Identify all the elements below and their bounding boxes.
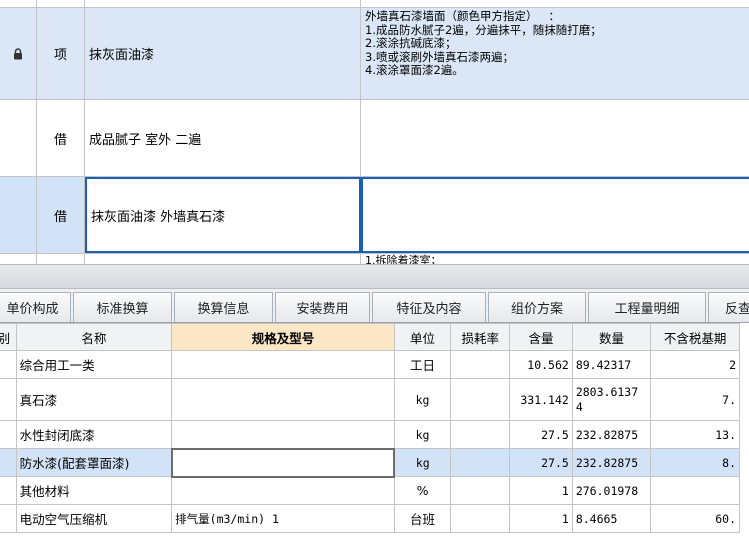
grid-row-partial — [0, 0, 749, 8]
table-row-selected[interactable]: 防水漆(配套罩面漆) kg 27.5 232.82875 8. — [0, 447, 740, 478]
col-header-category[interactable]: 别 — [0, 323, 17, 351]
table-row[interactable]: 真石漆 kg 331.142 2803.6137 4 7. — [0, 378, 740, 421]
tab-install-fee[interactable]: 安装费用 — [275, 292, 370, 322]
grid-row-item[interactable]: 项 抹灰面油漆 外墙真石漆墙面（颜色甲方指定） ： 1.成品防水腻子2遍，分遍抹… — [0, 8, 749, 100]
row-description[interactable] — [361, 177, 749, 253]
resource-table-panel: 别 名称 规格及型号 单位 损耗率 含量 数量 不含税基期 综合用工一类 工日 … — [0, 323, 749, 550]
resource-table: 别 名称 规格及型号 单位 损耗率 含量 数量 不含税基期 综合用工一类 工日 … — [0, 323, 740, 533]
cell-price[interactable] — [650, 476, 740, 505]
top-grid: 项 抹灰面油漆 外墙真石漆墙面（颜色甲方指定） ： 1.成品防水腻子2遍，分遍抹… — [0, 0, 749, 264]
lock-icon — [0, 8, 37, 99]
cell-price[interactable]: 8. — [650, 448, 740, 477]
cell-loss[interactable] — [450, 504, 511, 533]
cell-quantity[interactable]: 2803.6137 4 — [571, 378, 652, 421]
cell-quantity[interactable]: 232.82875 — [571, 448, 652, 477]
cell-loss[interactable] — [450, 378, 511, 421]
tab-standard-conversion[interactable]: 标准换算 — [73, 292, 172, 322]
cell-spec[interactable] — [171, 378, 395, 421]
cell-content[interactable]: 27.5 — [509, 420, 573, 449]
cell-price[interactable]: 13. — [650, 420, 740, 449]
cell-unit[interactable]: 台班 — [393, 504, 452, 533]
cell-price[interactable]: 2 — [650, 350, 740, 379]
col-header-quantity[interactable]: 数量 — [571, 323, 652, 351]
cell-spec[interactable] — [171, 350, 395, 379]
grid-row-sub[interactable]: 借 成品腻子 室外 二遍 — [0, 100, 749, 177]
description-text: 外墙真石漆墙面（颜色甲方指定） ： 1.成品防水腻子2遍，分遍抹平，随抹随打磨；… — [365, 9, 602, 77]
table-row[interactable]: 综合用工一类 工日 10.562 89.42317 2 — [0, 350, 740, 379]
cell-name[interactable]: 综合用工一类 — [15, 350, 173, 379]
cut-text: 1.拆除着漆室； — [365, 254, 442, 264]
tab-quantity-detail[interactable]: 工程量明细 — [588, 292, 706, 322]
cell-unit[interactable]: kg — [393, 448, 452, 477]
col-header-content[interactable]: 含量 — [509, 323, 573, 351]
table-row[interactable]: 其他材料 % 1 276.01978 — [0, 476, 740, 505]
row-description[interactable] — [361, 100, 749, 176]
cell-quantity[interactable]: 89.42317 — [571, 350, 652, 379]
row-type: 项 — [37, 8, 85, 99]
row-description[interactable]: 外墙真石漆墙面（颜色甲方指定） ： 1.成品防水腻子2遍，分遍抹平，随抹随打磨；… — [361, 8, 749, 99]
tab-reverse-lookup[interactable]: 反查 — [708, 292, 749, 322]
tab-features[interactable]: 特征及内容 — [372, 292, 486, 322]
table-row[interactable]: 水性封闭底漆 kg 27.5 232.82875 13. — [0, 420, 740, 449]
row-name[interactable]: 成品腻子 室外 二遍 — [85, 100, 361, 176]
cell-loss[interactable] — [450, 448, 511, 477]
cell-name[interactable]: 真石漆 — [15, 378, 173, 421]
table-row[interactable]: 电动空气压缩机 排气量(m3/min) 1 台班 1 8.4665 60. — [0, 504, 740, 533]
col-header-unit[interactable]: 单位 — [393, 323, 452, 351]
cell-name[interactable]: 其他材料 — [15, 476, 173, 505]
row-type: 借 — [37, 177, 85, 253]
cell-unit[interactable]: 工日 — [393, 350, 452, 379]
cell-loss[interactable] — [450, 350, 511, 379]
col-header-spec[interactable]: 规格及型号 — [171, 323, 395, 351]
splitter-handle[interactable] — [0, 264, 749, 289]
col-header-loss[interactable]: 损耗率 — [450, 323, 511, 351]
cell-spec[interactable]: 排气量(m3/min) 1 — [171, 504, 395, 533]
cell-name[interactable]: 水性封闭底漆 — [15, 420, 173, 449]
cell-quantity[interactable]: 232.82875 — [571, 420, 652, 449]
col-header-price[interactable]: 不含税基期 — [650, 323, 740, 351]
tab-pricing-scheme[interactable]: 组价方案 — [488, 292, 586, 322]
cell-quantity[interactable]: 8.4665 — [571, 504, 652, 533]
row-name-editor[interactable]: 抹灰面油漆 外墙真石漆 — [85, 177, 361, 253]
tab-unit-price[interactable]: 单价构成 — [0, 292, 71, 322]
cell-name[interactable]: 防水漆(配套罩面漆) — [15, 448, 173, 477]
spec-edit-input[interactable] — [170, 447, 396, 478]
cell-unit[interactable]: kg — [393, 378, 452, 421]
cell-price[interactable]: 60. — [650, 504, 740, 533]
cell-content[interactable]: 331.142 — [509, 378, 573, 421]
cell-content[interactable]: 1 — [509, 504, 573, 533]
cell-spec[interactable] — [171, 420, 395, 449]
grid-row-selected[interactable]: 借 抹灰面油漆 外墙真石漆 — [0, 177, 749, 254]
cell-name[interactable]: 电动空气压缩机 — [15, 504, 173, 533]
row-type: 借 — [37, 100, 85, 176]
cell-unit[interactable]: kg — [393, 420, 452, 449]
cell-spec[interactable] — [171, 476, 395, 505]
col-header-name[interactable]: 名称 — [15, 323, 173, 351]
cell-loss[interactable] — [450, 420, 511, 449]
cell-loss[interactable] — [450, 476, 511, 505]
row-name[interactable]: 抹灰面油漆 — [85, 8, 361, 99]
cell-content[interactable]: 27.5 — [509, 448, 573, 477]
cell-price[interactable]: 7. — [650, 378, 740, 421]
cell-content[interactable]: 10.562 — [509, 350, 573, 379]
cell-quantity[interactable]: 276.01978 — [571, 476, 652, 505]
grid-row-partial: 1.拆除着漆室； — [0, 254, 749, 264]
tab-conversion-info[interactable]: 换算信息 — [174, 292, 273, 322]
cell-unit[interactable]: % — [393, 476, 452, 505]
tab-bar: 单价构成 标准换算 换算信息 安装费用 特征及内容 组价方案 工程量明细 反查 — [0, 289, 749, 323]
cell-content[interactable]: 1 — [509, 476, 573, 505]
